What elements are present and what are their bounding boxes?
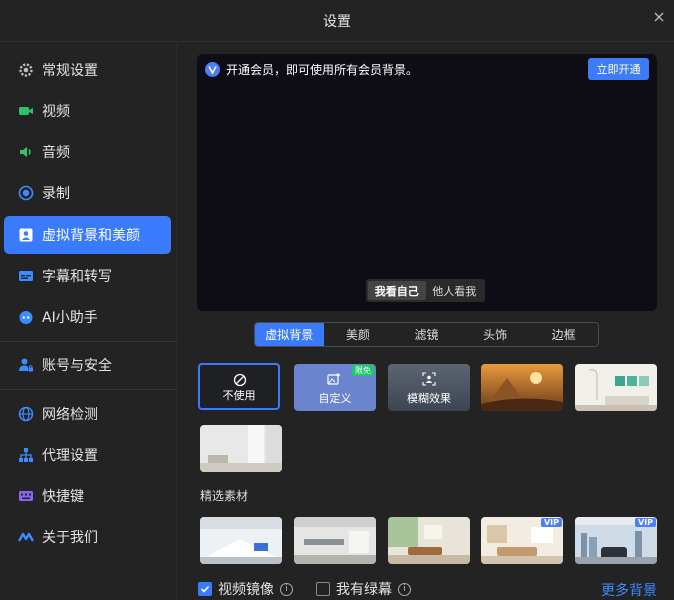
globe-icon <box>18 406 34 422</box>
open-membership-button[interactable]: 立即开通 <box>588 58 649 80</box>
office-image <box>294 517 376 564</box>
speaker-icon <box>18 144 34 160</box>
network-tree-icon <box>18 447 34 463</box>
background-desert-tile[interactable] <box>481 364 563 411</box>
sidebar-item-label: 字幕和转写 <box>42 269 112 285</box>
sidebar-item-label: 快捷键 <box>42 489 84 505</box>
window-title: 设置 <box>323 14 351 30</box>
featured-city-view-tile[interactable]: VIP <box>575 517 657 564</box>
title-bar: 设置 <box>0 0 674 42</box>
gear-icon <box>18 62 34 78</box>
sidebar-divider <box>0 341 177 342</box>
sidebar-item-account-security[interactable]: 账号与安全 <box>4 346 171 384</box>
sidebar-item-label: 虚拟背景和美颜 <box>42 228 140 244</box>
view-others-option[interactable]: 他人看我 <box>426 281 484 300</box>
sidebar-item-label: 网络检测 <box>42 407 98 423</box>
desert-pyramid-image <box>481 364 563 411</box>
tab-frame[interactable]: 边框 <box>529 323 598 346</box>
greenscreen-label: 我有绿幕 <box>336 582 392 598</box>
featured-lounge-tile[interactable] <box>388 517 470 564</box>
background-white-room-tile[interactable] <box>200 425 282 472</box>
sidebar-item-video[interactable]: 视频 <box>4 92 171 130</box>
background-blur-tile[interactable]: 模糊效果 <box>388 364 470 411</box>
background-custom-tile[interactable]: 限免 自定义 <box>294 364 376 411</box>
sidebar-item-label: AI小助手 <box>42 310 98 326</box>
tile-label: 模糊效果 <box>407 392 451 405</box>
no-entry-icon <box>233 373 247 387</box>
sidebar-item-proxy[interactable]: 代理设置 <box>4 436 171 474</box>
info-icon[interactable]: i <box>398 582 411 596</box>
sidebar-item-record[interactable]: 录制 <box>4 174 171 212</box>
mirror-checkbox[interactable] <box>198 582 212 596</box>
view-toggle: 我看自己 他人看我 <box>366 279 485 302</box>
ai-assistant-icon <box>18 309 34 325</box>
sidebar-item-general[interactable]: 常规设置 <box>4 51 171 89</box>
view-self-option[interactable]: 我看自己 <box>368 281 426 300</box>
sidebar-item-about[interactable]: 关于我们 <box>4 518 171 556</box>
video-icon <box>18 103 34 119</box>
sidebar-item-virtual-background[interactable]: 虚拟背景和美颜 <box>4 216 171 254</box>
logo-icon <box>18 529 34 545</box>
subtitles-icon <box>18 268 34 284</box>
featured-section-title: 精选素材 <box>200 489 249 503</box>
tab-filter[interactable]: 滤镜 <box>392 323 461 346</box>
record-icon <box>18 185 34 201</box>
greenscreen-option[interactable]: 我有绿幕 i <box>316 579 411 599</box>
more-backgrounds-link[interactable]: 更多背景 <box>601 580 657 600</box>
sidebar-item-shortcuts[interactable]: 快捷键 <box>4 477 171 515</box>
tab-beauty[interactable]: 美颜 <box>324 323 393 346</box>
living-room-image <box>575 364 657 411</box>
tile-label: 不使用 <box>222 389 256 402</box>
effects-tabs: 虚拟背景 美颜 滤镜 头饰 边框 <box>254 322 599 347</box>
video-preview: 开通会员，即可使用所有会员背景。 立即开通 我看自己 他人看我 <box>197 54 657 311</box>
info-icon[interactable]: i <box>280 582 293 596</box>
tab-virtual-background[interactable]: 虚拟背景 <box>255 323 324 346</box>
mirror-label: 视频镜像 <box>218 582 274 598</box>
close-icon[interactable] <box>652 10 666 24</box>
featured-bedroom-tile[interactable]: VIP <box>481 517 563 564</box>
sidebar: 常规设置 视频 音频 录制 虚拟背景和美颜 字幕和转写 AI小助手 账号与安全 … <box>0 43 177 600</box>
greenscreen-checkbox[interactable] <box>316 582 330 596</box>
lounge-image <box>388 517 470 564</box>
sidebar-item-label: 音频 <box>42 145 70 161</box>
sidebar-item-label: 录制 <box>42 186 70 202</box>
tile-label: 自定义 <box>318 392 352 405</box>
blur-person-icon <box>422 372 436 386</box>
portrait-icon <box>18 227 34 243</box>
keyboard-icon <box>18 488 34 504</box>
sidebar-item-label: 代理设置 <box>42 448 98 464</box>
white-room-image <box>200 425 282 472</box>
vip-banner: 开通会员，即可使用所有会员背景。 <box>205 61 418 78</box>
vip-badge: VIP <box>540 518 562 527</box>
vip-banner-text: 开通会员，即可使用所有会员背景。 <box>226 63 419 77</box>
background-living-room-tile[interactable] <box>575 364 657 411</box>
checkmark-icon <box>200 585 210 593</box>
sidebar-item-label: 账号与安全 <box>42 358 112 374</box>
featured-office-tile[interactable] <box>294 517 376 564</box>
background-none-tile[interactable]: 不使用 <box>198 363 280 410</box>
featured-meeting-room-tile[interactable] <box>200 517 282 564</box>
sidebar-item-audio[interactable]: 音频 <box>4 133 171 171</box>
add-image-icon <box>327 373 340 385</box>
sidebar-divider <box>0 389 177 390</box>
sidebar-item-label: 关于我们 <box>42 530 98 546</box>
sidebar-item-label: 常规设置 <box>42 63 98 79</box>
account-security-icon <box>18 357 34 373</box>
sidebar-item-subtitles[interactable]: 字幕和转写 <box>4 257 171 295</box>
tab-headwear[interactable]: 头饰 <box>461 323 530 346</box>
sidebar-item-label: 视频 <box>42 104 70 120</box>
vip-badge-icon <box>205 62 220 77</box>
limited-free-badge: 限免 <box>352 365 374 376</box>
sidebar-item-ai-assistant[interactable]: AI小助手 <box>4 298 171 336</box>
sidebar-item-network-check[interactable]: 网络检测 <box>4 395 171 433</box>
vip-badge: VIP <box>634 518 656 527</box>
meeting-room-image <box>200 517 282 564</box>
mirror-option[interactable]: 视频镜像 i <box>198 579 293 599</box>
